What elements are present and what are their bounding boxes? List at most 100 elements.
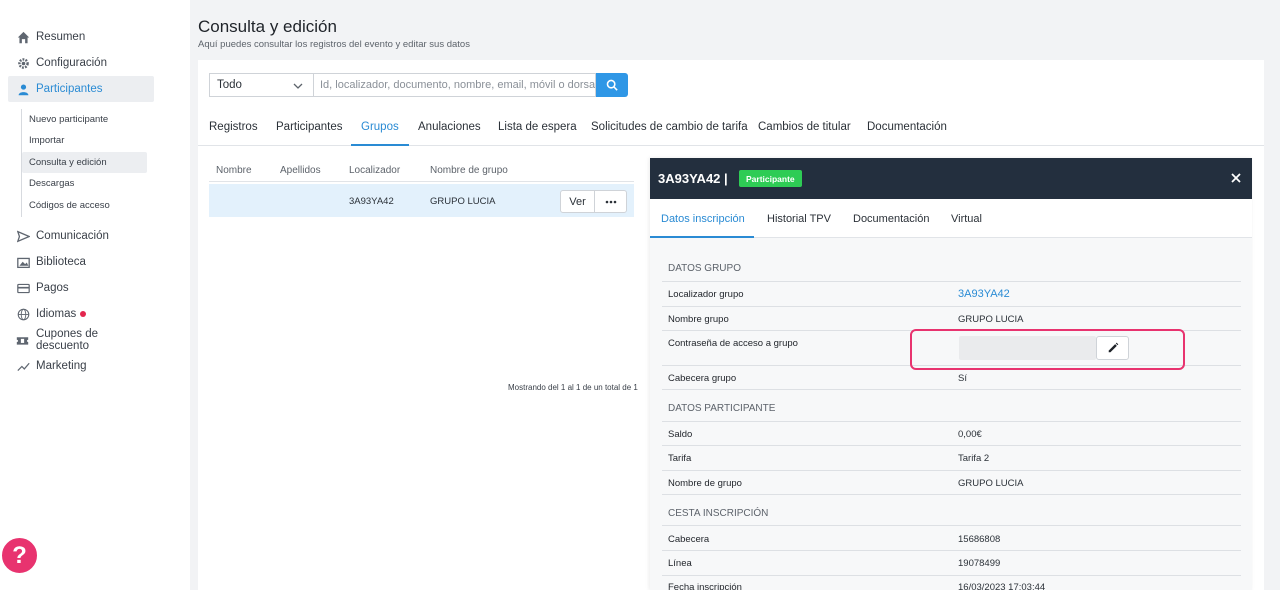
tab-participantes[interactable]: Participantes <box>276 121 342 133</box>
help-button[interactable]: ? <box>0 536 39 575</box>
panel-title: 3A93YA42 | <box>658 171 728 186</box>
sidebar-item-label: Cupones de descuento <box>35 328 98 352</box>
tab-registros[interactable]: Registros <box>209 121 258 133</box>
column-header-nombre[interactable]: Nombre <box>216 165 252 176</box>
search-button[interactable] <box>596 73 628 97</box>
gear-icon <box>16 56 30 70</box>
sidebar-item-marketing[interactable]: Marketing <box>8 353 154 379</box>
cell-localizador: 3A93YA42 <box>349 196 394 207</box>
close-icon[interactable] <box>1230 172 1242 184</box>
sidebar-item-idiomas[interactable]: Idiomas <box>8 301 154 327</box>
tab-datos-inscripcion[interactable]: Datos inscripción <box>661 213 745 225</box>
tab-solicitudes-cambio-tarifa[interactable]: Solicitudes de cambio de tarifa <box>591 121 748 133</box>
field-label-cabecera-grupo: Cabecera grupo <box>668 373 737 384</box>
sidebar-item-label: Biblioteca <box>36 256 86 268</box>
column-header-apellidos[interactable]: Apellidos <box>280 165 321 176</box>
detail-panel: 3A93YA42 | Participante Datos inscripció… <box>650 158 1252 590</box>
active-tab-indicator <box>351 144 409 146</box>
section-title-datos-participante: DATOS PARTICIPANTE <box>668 403 776 414</box>
field-label-tarifa: Tarifa <box>668 453 692 464</box>
divider <box>662 281 1241 282</box>
sidebar-item-biblioteca[interactable]: Biblioteca <box>8 249 154 275</box>
field-label-contrasena-grupo: Contraseña de acceso a grupo <box>668 338 798 349</box>
panel-tab-bar: Datos inscripción Historial TPV Document… <box>650 199 1252 238</box>
pagination-info: Mostrando del 1 al 1 de un total de 1 <box>508 383 638 392</box>
sidebar-item-label: Comunicación <box>36 230 109 242</box>
gallery-icon <box>16 255 30 269</box>
divider <box>662 445 1241 446</box>
help-icon: ? <box>12 541 27 569</box>
sidebar-item-pagos[interactable]: Pagos <box>8 275 154 301</box>
page-subtitle: Aquí puedes consultar los registros del … <box>198 39 470 50</box>
view-button[interactable]: Ver <box>560 190 595 213</box>
filter-select-value: Todo <box>217 79 242 91</box>
field-value-localizador-grupo[interactable]: 3A93YA42 <box>958 288 1010 300</box>
sidebar-subitem-consulta-edicion[interactable]: Consulta y edición <box>22 152 147 173</box>
sidebar: Resumen Configuración Participantes Nuev… <box>0 0 190 590</box>
divider <box>662 421 1241 422</box>
home-icon <box>16 30 30 44</box>
field-value-tarifa: Tarifa 2 <box>958 453 990 464</box>
subitem-label: Importar <box>29 135 65 146</box>
sidebar-item-cupones[interactable]: Cupones de descuento <box>8 327 154 353</box>
cell-nombre-grupo: GRUPO LUCIA <box>430 196 496 207</box>
field-label-saldo: Saldo <box>668 429 693 440</box>
field-label-cabecera: Cabecera <box>668 534 710 545</box>
tab-lista-espera[interactable]: Lista de espera <box>498 121 577 133</box>
field-value-linea: 19078499 <box>958 558 1001 569</box>
sidebar-item-label: Participantes <box>36 83 103 95</box>
field-value-saldo: 0,00€ <box>958 429 982 440</box>
highlight-annotation <box>910 329 1185 370</box>
sidebar-subitem-codigos-acceso[interactable]: Códigos de acceso <box>22 195 147 216</box>
sidebar-subitem-importar[interactable]: Importar <box>22 130 147 151</box>
divider <box>662 525 1241 526</box>
trend-icon <box>16 359 30 373</box>
search-icon <box>606 79 618 91</box>
divider <box>662 575 1241 576</box>
sidebar-item-participantes[interactable]: Participantes <box>8 76 154 102</box>
table-header-divider <box>209 181 634 182</box>
divider <box>662 306 1241 307</box>
sidebar-item-label: Resumen <box>36 31 86 43</box>
more-options-button[interactable] <box>594 190 627 213</box>
page-title: Consulta y edición <box>198 17 337 36</box>
divider <box>662 550 1241 551</box>
tab-bar: Registros Participantes Grupos Anulacion… <box>198 110 1264 146</box>
column-header-localizador[interactable]: Localizador <box>349 165 400 176</box>
sidebar-item-resumen[interactable]: Resumen <box>8 24 154 50</box>
ellipsis-icon <box>605 200 616 203</box>
field-value-fecha-inscripcion: 16/03/2023 17:03:44 <box>958 582 1046 590</box>
sidebar-item-comunicacion[interactable]: Comunicación <box>8 223 154 249</box>
sidebar-item-label: Pagos <box>36 282 69 294</box>
tab-cambios-titular[interactable]: Cambios de titular <box>758 121 851 133</box>
sidebar-subitem-descargas[interactable]: Descargas <box>22 173 147 194</box>
notification-dot <box>80 311 87 317</box>
sidebar-subitem-nuevo-participante[interactable]: Nuevo participante <box>22 109 147 130</box>
filter-select[interactable]: Todo <box>209 73 313 97</box>
section-title-datos-grupo: DATOS GRUPO <box>668 263 741 274</box>
section-title-cesta-inscripcion: CESTA INSCRIPCIÓN <box>668 508 769 519</box>
tab-anulaciones[interactable]: Anulaciones <box>418 121 481 133</box>
divider <box>662 389 1241 390</box>
tab-documentacion-panel[interactable]: Documentación <box>853 213 929 225</box>
search-input[interactable] <box>313 73 596 97</box>
field-value-cabecera-grupo: Sí <box>958 373 967 384</box>
tab-virtual[interactable]: Virtual <box>951 213 982 225</box>
divider <box>662 494 1241 495</box>
tab-historial-tpv[interactable]: Historial TPV <box>767 213 831 225</box>
globe-icon <box>16 307 30 321</box>
sidebar-item-label: Idiomas <box>36 308 77 320</box>
send-icon <box>16 229 30 243</box>
tab-grupos[interactable]: Grupos <box>361 121 399 133</box>
field-label-localizador-grupo: Localizador grupo <box>668 289 744 300</box>
chevron-down-icon <box>293 83 303 89</box>
field-label-linea: Línea <box>668 558 692 569</box>
field-value-nombre-de-grupo: GRUPO LUCIA <box>958 478 1024 489</box>
subitem-label: Nuevo participante <box>29 114 109 125</box>
credit-card-icon <box>16 281 30 295</box>
sidebar-item-configuracion[interactable]: Configuración <box>8 50 154 76</box>
field-label-nombre-grupo: Nombre grupo <box>668 314 729 325</box>
column-header-nombre-grupo[interactable]: Nombre de grupo <box>430 165 508 176</box>
tab-documentacion[interactable]: Documentación <box>867 121 947 133</box>
divider <box>662 470 1241 471</box>
